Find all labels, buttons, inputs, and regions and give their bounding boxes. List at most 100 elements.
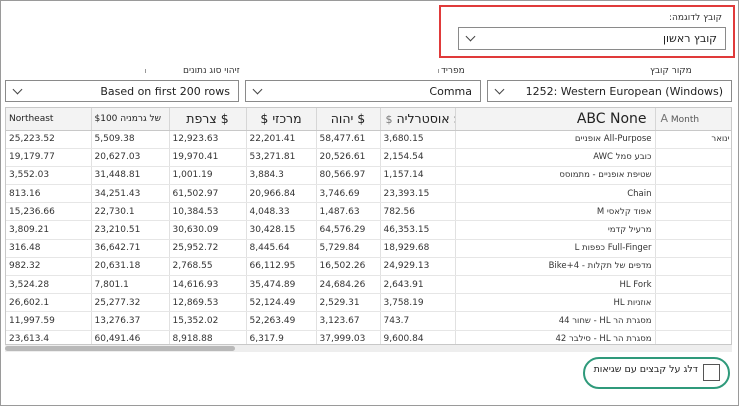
divider-tick	[438, 69, 439, 73]
cell-israel: 37,999.03	[316, 330, 381, 344]
cell-central: 8,445.64	[246, 239, 317, 258]
cell-product: אפוד קלאסי M	[455, 202, 656, 222]
cell-northeast: 19,179.77	[6, 148, 92, 167]
cell-australia: 3,680.15	[380, 130, 456, 149]
cell-australia: 743.7	[380, 311, 456, 331]
skip-errors-checkbox[interactable]	[703, 364, 720, 381]
cell-month	[655, 311, 731, 331]
cell-france: 10,384.53	[169, 202, 247, 222]
cell-germany: 20,631.18	[91, 257, 170, 277]
cell-australia: 23,393.15	[380, 184, 456, 204]
table-header-row: Northeast $100 של גרמניה צרפת $ $ מרכזי …	[6, 108, 731, 131]
cell-israel: 1,487.63	[316, 202, 381, 222]
column-header-germany[interactable]: $100 של גרמניה	[91, 108, 170, 131]
cell-central: 20,966.84	[246, 184, 317, 204]
cell-central: 52,124.49	[246, 293, 317, 313]
sample-file-label: קובץ לדוגמה:	[669, 13, 722, 23]
cell-israel: 80,566.97	[316, 166, 381, 186]
data-type-detection-value: Based on first 200 rows	[100, 84, 230, 98]
table-row: 982.32 20,631.18 2,768.55 66,112.95 16,502.2…	[6, 257, 731, 277]
column-header-product[interactable]: ABC None	[455, 108, 656, 131]
cell-israel: 24,684.26	[316, 275, 381, 295]
cell-northeast: 3,809.21	[6, 220, 92, 240]
cell-northeast: 813.16	[6, 184, 92, 204]
table-row: 15,236.66 22,730.1 10,384.53 4,048.33 1,487.…	[6, 202, 731, 222]
cell-germany: 60,491.46	[91, 330, 170, 344]
cell-central: 30,428.15	[246, 220, 317, 240]
cell-product: כובע סמל AWC	[455, 148, 656, 167]
cell-germany: 23,210.51	[91, 220, 170, 240]
cell-central: 53,271.81	[246, 148, 317, 167]
cell-germany: 22,730.1	[91, 202, 170, 222]
cell-central: 22,201.41	[246, 130, 317, 149]
cell-france: 25,952.72	[169, 239, 247, 258]
cell-month: ינואר	[655, 130, 731, 149]
cell-israel: 20,526.61	[316, 148, 381, 167]
data-preview-grid[interactable]: Northeast $100 של גרמניה צרפת $ $ מרכזי …	[5, 107, 732, 345]
column-header-central[interactable]: $ מרכזי	[246, 108, 317, 131]
sample-file-value: קובץ ראשון	[663, 32, 717, 45]
column-header-australia[interactable]: $ אוסטרליה $	[380, 108, 456, 131]
cell-france: 8,918.88	[169, 330, 247, 344]
cell-israel: 5,729.84	[316, 239, 381, 258]
column-header-month[interactable]: A Month	[655, 108, 731, 131]
column-header-israel[interactable]: יהוה $	[316, 108, 381, 131]
delimiter-label: מפריד	[441, 66, 465, 76]
cell-germany: 7,801.1	[91, 275, 170, 295]
table-row: 11,997.59 13,276.37 15,352.02 52,263.49 3,12…	[6, 311, 731, 331]
cell-product: All-Purpose אופניים	[455, 130, 656, 149]
cell-product: מסגרת הר HL - סילבר 42	[455, 330, 656, 344]
file-origin-value: 1252: Western European (Windows)	[525, 84, 723, 98]
delimiter-value: Comma	[429, 84, 472, 98]
cell-germany: 34,251.43	[91, 184, 170, 204]
cell-france: 15,352.02	[169, 311, 247, 331]
cell-product: Chain	[455, 184, 656, 204]
chevron-down-icon	[252, 84, 263, 94]
table-row: 316.48 36,642.71 25,952.72 8,445.64 5,729.84…	[6, 239, 731, 258]
delimiter-dropdown[interactable]: Comma	[245, 80, 481, 102]
scrollbar-thumb[interactable]	[5, 346, 235, 351]
cell-israel: 64,576.29	[316, 220, 381, 240]
cell-northeast: 982.32	[6, 257, 92, 277]
cell-france: 12,869.53	[169, 293, 247, 313]
cell-northeast: 15,236.66	[6, 202, 92, 222]
cell-central: 35,474.89	[246, 275, 317, 295]
divider-tick	[145, 69, 146, 73]
chevron-down-icon	[12, 84, 23, 94]
sample-file-dropdown[interactable]: קובץ ראשון	[458, 27, 726, 50]
data-type-detection-dropdown[interactable]: Based on first 200 rows	[5, 80, 239, 102]
cell-australia: 24,929.13	[380, 257, 456, 277]
cell-northeast: 23,613.4	[6, 330, 92, 344]
cell-northeast: 26,602.1	[6, 293, 92, 313]
cell-product: Full-Finger כפפות L	[455, 239, 656, 258]
cell-israel: 3,746.69	[316, 184, 381, 204]
file-origin-dropdown[interactable]: 1252: Western European (Windows)	[487, 80, 732, 102]
cell-australia: 3,758.19	[380, 293, 456, 313]
preview-table: Northeast $100 של גרמניה צרפת $ $ מרכזי …	[6, 108, 731, 344]
cell-germany: 36,642.71	[91, 239, 170, 258]
table-row: 23,613.4 60,491.46 8,918.88 6,317.9 37,999.0…	[6, 330, 731, 344]
cell-australia: 782.56	[380, 202, 456, 222]
cell-month	[655, 184, 731, 204]
cell-central: 6,317.9	[246, 330, 317, 344]
cell-product: שטיפת אופניים - מתמוסס	[455, 166, 656, 186]
column-header-france[interactable]: צרפת $	[169, 108, 247, 131]
cell-israel: 3,123.67	[316, 311, 381, 331]
cell-northeast: 316.48	[6, 239, 92, 258]
cell-product: HL Fork	[455, 275, 656, 295]
cell-france: 2,768.55	[169, 257, 247, 277]
cell-france: 14,616.93	[169, 275, 247, 295]
cell-israel: 16,502.26	[316, 257, 381, 277]
cell-france: 12,923.63	[169, 130, 247, 149]
cell-month	[655, 275, 731, 295]
cell-month	[655, 148, 731, 167]
chevron-down-icon	[465, 31, 476, 42]
cell-product: מסגרת הר HL - שחור 44	[455, 311, 656, 331]
cell-australia: 2,643.91	[380, 275, 456, 295]
chevron-down-icon	[494, 84, 505, 94]
cell-central: 3,884.3	[246, 166, 317, 186]
table-row: 26,602.1 25,277.32 12,869.53 52,124.49 2,529…	[6, 293, 731, 313]
cell-france: 30,630.09	[169, 220, 247, 240]
horizontal-scrollbar[interactable]	[5, 345, 732, 352]
column-header-northeast[interactable]: Northeast	[6, 108, 92, 131]
